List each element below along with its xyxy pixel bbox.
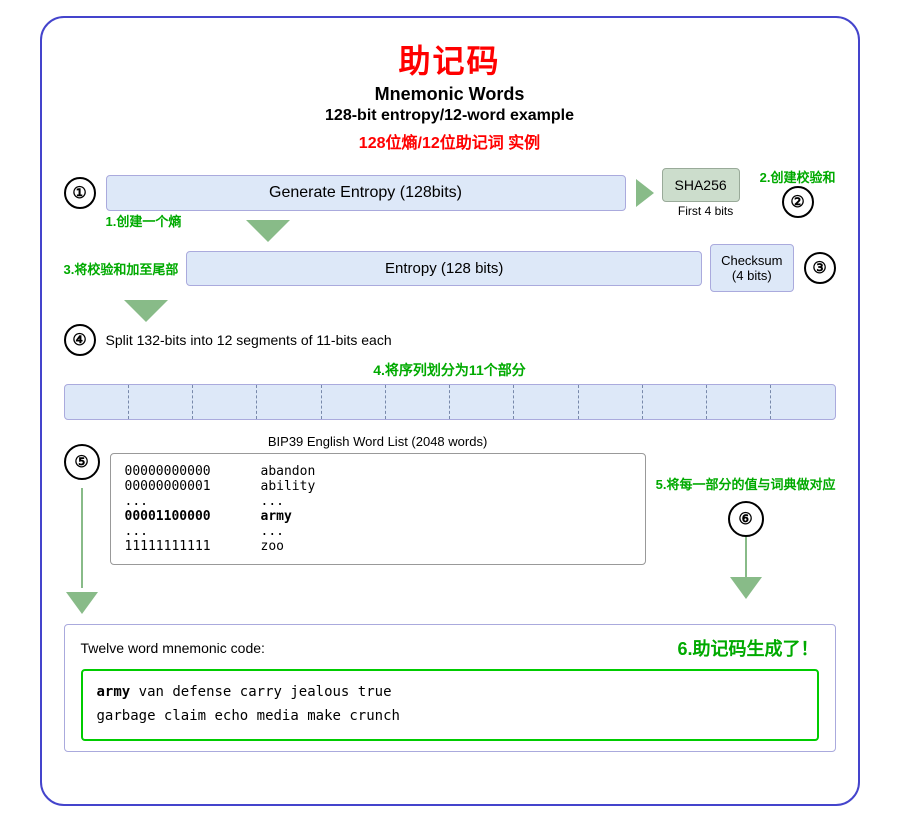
right-area: 5.将每一部分的值与词典做对应 ⑥ xyxy=(656,434,836,603)
seg-dividers xyxy=(65,385,835,419)
mnemonic-first-word: army xyxy=(97,684,131,700)
seg-4 xyxy=(257,385,321,419)
row4-bip39: ⑤ BIP39 English Word List (2048 words) 0… xyxy=(64,434,836,614)
mnemonic-code-box: army van defense carry jealous true garb… xyxy=(81,669,819,741)
bip39-row-dots2: ... ... xyxy=(125,524,631,539)
bip39-row-1: 00000000000 abandon xyxy=(125,464,631,479)
seg-11 xyxy=(707,385,771,419)
step6-label: 6.助记码生成了！ xyxy=(677,635,818,661)
step1-label: 1.创建一个熵 xyxy=(106,211,182,230)
bip39-code-2: 00000000001 xyxy=(125,479,245,494)
mnemonic-rest: van defense carry jealous true xyxy=(130,684,391,700)
bip39-code-army: 00001100000 xyxy=(125,509,245,524)
bip39-row-army: 00001100000 army xyxy=(125,509,631,524)
step3-label: 3.将校验和加至尾部 xyxy=(64,259,179,278)
arrow-right-icon xyxy=(636,179,654,207)
seg-10 xyxy=(643,385,707,419)
checksum-bits: (4 bits) xyxy=(721,268,782,283)
circle-5: ⑤ xyxy=(64,444,100,480)
arrow-down-5 xyxy=(66,592,98,614)
entropy128-box: Entropy (128 bits) xyxy=(186,251,702,286)
down-arrow2-left xyxy=(124,300,168,322)
title-zh: 助记码 xyxy=(64,36,836,82)
bip39-word-army: army xyxy=(261,509,292,524)
seg-9 xyxy=(579,385,643,419)
main-container: 助记码 Mnemonic Words 128-bit entropy/12-wo… xyxy=(40,16,860,806)
row1-entropy: ① Generate Entropy (128bits) SHA256 Firs… xyxy=(64,167,836,218)
subtitle-zh: 128位熵/12位助记词 实例 xyxy=(64,129,836,153)
row3-split: ④ Split 132-bits into 12 segments of 11-… xyxy=(64,324,836,356)
seg-5 xyxy=(322,385,386,419)
bip39-code-zoo: 11111111111 xyxy=(125,539,245,554)
arrow-down-6 xyxy=(730,577,762,599)
circle-6: ⑥ xyxy=(728,501,764,537)
checksum-box: Checksum (4 bits) xyxy=(710,244,793,292)
seg-7 xyxy=(450,385,514,419)
bip39-box: 00000000000 abandon 00000000001 ability … xyxy=(110,453,646,565)
checksum-text: Checksum xyxy=(721,253,782,268)
bip39-word-dots1: ... xyxy=(261,494,284,509)
step2-label: 2.创建校验和 xyxy=(760,167,836,186)
mnemonic-line2: garbage claim echo media make crunch xyxy=(97,708,400,724)
step4-label-zh: 4.将序列划分为11个部分 xyxy=(64,360,836,380)
down-arrows-row2 xyxy=(64,300,836,322)
bip39-row-dots1: ... ... xyxy=(125,494,631,509)
seg-8 xyxy=(514,385,578,419)
seg-1 xyxy=(65,385,129,419)
bip39-label: BIP39 English Word List (2048 words) xyxy=(110,434,646,449)
step4-text: Split 132-bits into 12 segments of 11-bi… xyxy=(106,332,392,348)
bip39-code-1: 00000000000 xyxy=(125,464,245,479)
vert-line-right xyxy=(745,537,747,577)
step5-label: 5.将每一部分的值与词典做对应 xyxy=(656,434,836,493)
down-arrow-left xyxy=(246,220,290,242)
mnemonic-label-row: Twelve word mnemonic code: 6.助记码生成了！ xyxy=(81,635,819,661)
bip39-row-2: 00000000001 ability xyxy=(125,479,631,494)
circle-3: ③ xyxy=(804,252,836,284)
bip39-word-zoo: zoo xyxy=(261,539,284,554)
seg-3 xyxy=(193,385,257,419)
bip39-wrapper: BIP39 English Word List (2048 words) 000… xyxy=(110,434,646,565)
left-arrow-area: ⑤ xyxy=(64,434,100,614)
bip39-code-dots2: ... xyxy=(125,524,245,539)
seg-12 xyxy=(771,385,834,419)
bip39-word-2: ability xyxy=(261,479,316,494)
bip39-code-dots1: ... xyxy=(125,494,245,509)
bip39-word-dots2: ... xyxy=(261,524,284,539)
circle-2: ② xyxy=(782,186,814,218)
circle-4: ④ xyxy=(64,324,96,356)
bip39-row-zoo: 11111111111 zoo xyxy=(125,539,631,554)
row5-mnemonic: Twelve word mnemonic code: 6.助记码生成了！ arm… xyxy=(64,624,836,752)
first4bits-label: First 4 bits xyxy=(678,204,733,218)
entropy-box: Generate Entropy (128bits) xyxy=(106,175,626,211)
row2-checksum: 3.将校验和加至尾部 Entropy (128 bits) Checksum (… xyxy=(64,244,836,292)
sha256-box: SHA256 xyxy=(662,168,740,202)
segments-bar xyxy=(64,384,836,420)
bip39-word-1: abandon xyxy=(261,464,316,479)
title-en1: Mnemonic Words xyxy=(64,84,836,105)
mnemonic-label: Twelve word mnemonic code: xyxy=(81,640,265,656)
seg-6 xyxy=(386,385,450,419)
seg-2 xyxy=(129,385,193,419)
title-en2: 128-bit entropy/12-word example xyxy=(64,107,836,125)
circle-1: ① xyxy=(64,177,96,209)
vert-line-left xyxy=(81,488,83,588)
